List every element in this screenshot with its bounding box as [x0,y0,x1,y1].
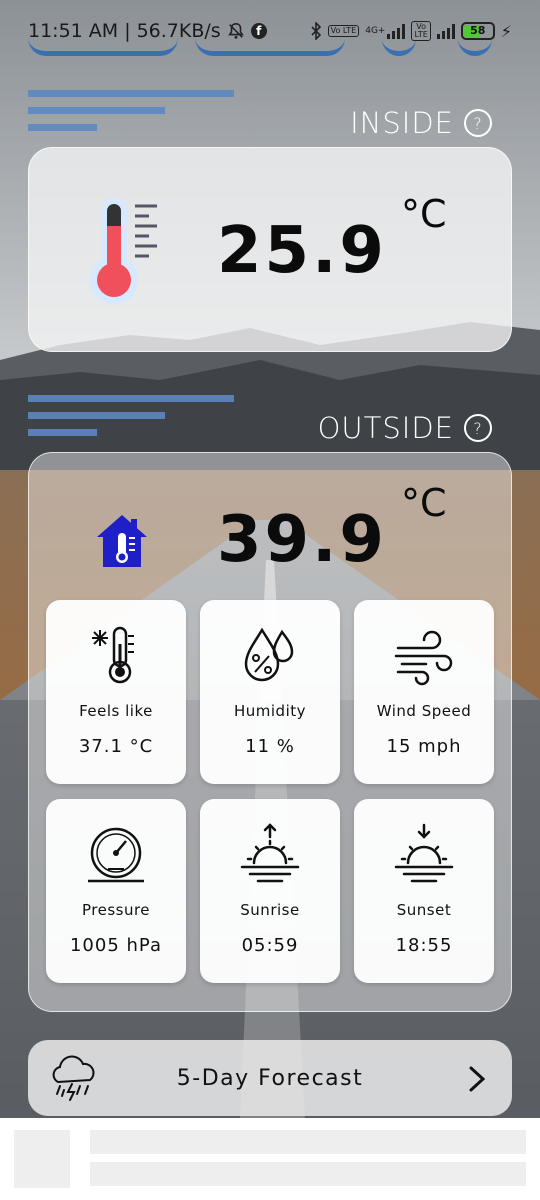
network-type: 4G+ [365,26,386,36]
status-separator: | [124,20,131,42]
sunrise-tile: Sunrise 05:59 [200,799,340,983]
signal-icon-2 [436,23,455,39]
thermometer-icon [90,198,157,304]
status-bar: 11:51 AM | 56.7KB/s f Vo LTE 4G+ Vo LTE 5… [0,0,540,62]
inside-unit: °C [401,192,447,236]
forecast-label: 5-Day Forecast [176,1065,364,1091]
inside-help-icon[interactable]: ? [464,109,492,137]
tile-value: 05:59 [241,935,299,956]
wind-speed-tile: Wind Speed 15 mph [354,600,494,784]
ad-text-placeholder-2 [90,1162,526,1186]
outside-unit: °C [401,481,447,525]
volte-icon-2: Vo LTE [411,21,431,41]
tile-label: Sunrise [240,901,300,919]
bell-muted-icon [227,22,244,39]
feels-like-tile: Feels like 37.1 °C [46,600,186,784]
pressure-tile: Pressure 1005 hPa [46,799,186,983]
ad-text-placeholder [90,1130,526,1154]
outside-temperature: 39.9 [217,503,387,577]
ad-image-placeholder [14,1130,70,1188]
sunset-tile: Sunset 18:55 [354,799,494,983]
tile-value: 18:55 [395,935,453,956]
chevron-right-icon [469,1066,486,1092]
sunset-icon [394,823,454,883]
tile-value: 11 % [245,736,295,757]
outside-help-icon[interactable]: ? [464,414,492,442]
bluetooth-icon [311,22,321,40]
tile-label: Wind Speed [376,702,472,720]
status-speed: 56.7KB/s [136,20,221,42]
tile-label: Sunset [396,901,452,919]
battery-level: 58 [470,24,486,37]
sunrise-icon [240,823,300,883]
facebook-icon: f [250,23,267,39]
tile-label: Pressure [81,901,151,919]
humidity-tile: Humidity 11 % [200,600,340,784]
tile-value: 1005 hPa [69,935,162,956]
outside-label: OUTSIDE [317,411,454,445]
battery-icon: 58 [460,22,495,40]
tile-label: Feels like [79,702,153,720]
wind-icon [394,630,453,686]
status-time: 11:51 AM [28,20,119,42]
gauge-icon [88,827,144,883]
humidity-drops-icon [244,627,294,682]
tile-value: 15 mph [386,736,462,757]
thermometer-snowflake-icon [92,626,134,684]
house-thermometer-icon [97,515,147,567]
ad-banner[interactable] [0,1118,540,1200]
inside-label: INSIDE [350,106,454,140]
outside-heading: OUTSIDE ? [318,411,492,445]
inside-card: 25.9 °C [28,147,512,352]
charging-icon: ⚡ [500,21,512,41]
tile-value: 37.1 °C [78,736,154,757]
inside-temperature: 25.9 [217,214,387,288]
five-day-forecast-button[interactable]: 5-Day Forecast [28,1040,512,1116]
volte-icon: Vo LTE [327,25,360,37]
signal-icon [387,23,406,39]
tile-label: Humidity [233,702,306,720]
inside-heading: INSIDE ? [350,106,492,140]
